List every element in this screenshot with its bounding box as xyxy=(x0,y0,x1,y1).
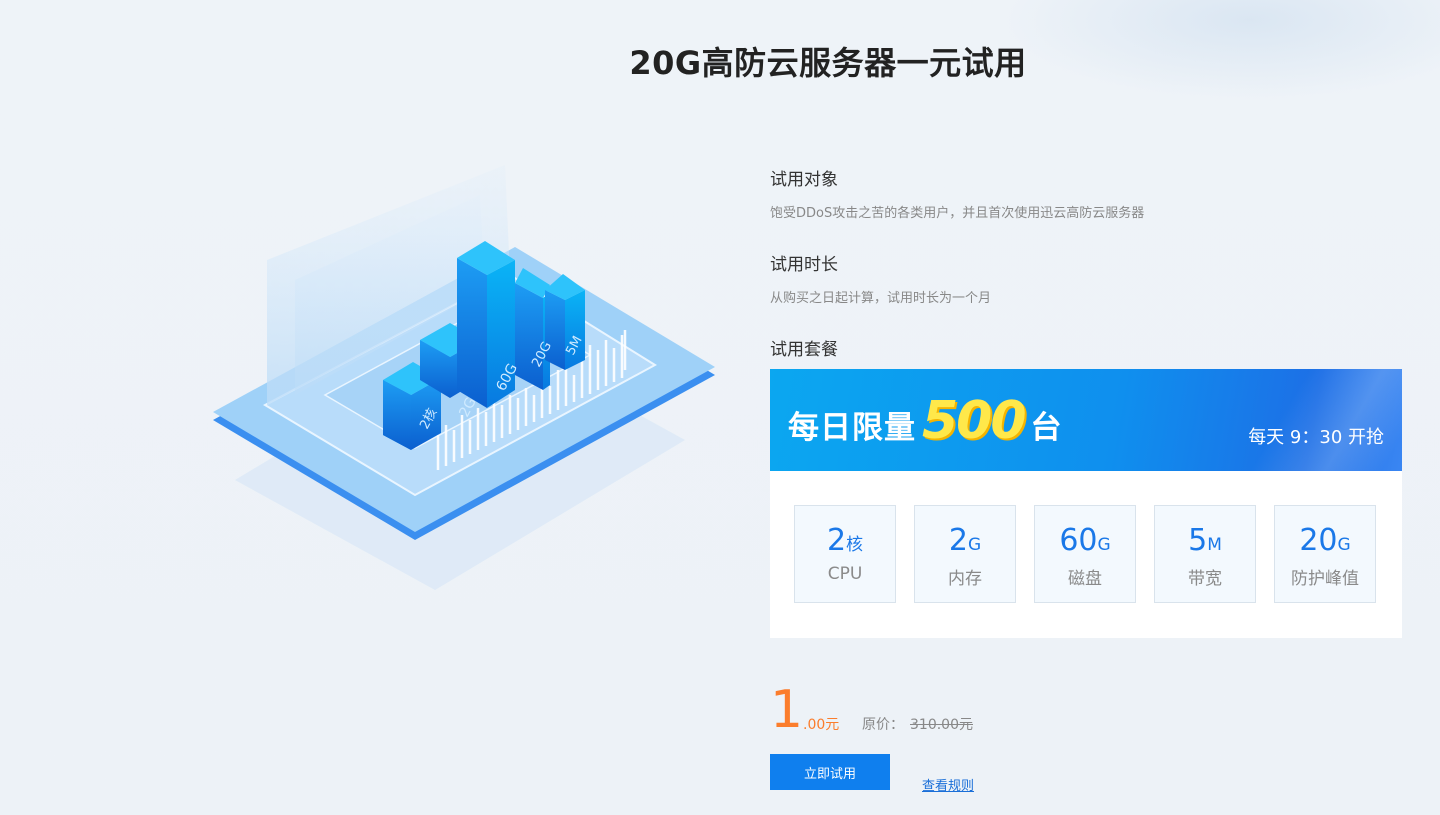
banner-prefix: 每日限量 xyxy=(788,410,916,446)
spec-value: 2G xyxy=(915,524,1015,562)
banner-start-time: 每天 9：30 开抢 xyxy=(1248,427,1384,448)
server-illustration: 2核 2G 60G 20G 5M xyxy=(205,150,725,600)
spec-number: 2 xyxy=(948,523,968,558)
spec-unit: 核 xyxy=(846,535,864,555)
view-rules-link[interactable]: 查看规则 xyxy=(922,775,974,794)
spec-card-cpu: 2核 CPU xyxy=(794,505,896,603)
spec-card-memory: 2G 内存 xyxy=(914,505,1016,603)
spec-card-bandwidth: 5M 带宽 xyxy=(1154,505,1256,603)
section-desc-duration: 从购买之日起计算，试用时长为一个月 xyxy=(770,291,992,306)
page-title: 20G高防云服务器一元试用 xyxy=(629,44,1027,82)
spec-unit: G xyxy=(1337,535,1351,555)
banner-shine xyxy=(1182,369,1402,471)
spec-card-disk: 60G 磁盘 xyxy=(1034,505,1136,603)
spec-unit: G xyxy=(1097,535,1111,555)
price-decimal: .00元 xyxy=(803,717,840,733)
banner-suffix: 台 xyxy=(1030,410,1062,446)
section-title-package: 试用套餐 xyxy=(770,340,838,360)
spec-label: 磁盘 xyxy=(1068,569,1102,589)
spec-number: 60 xyxy=(1059,523,1098,558)
spec-unit: G xyxy=(967,535,982,555)
spec-label: CPU xyxy=(827,564,863,584)
spec-label: 带宽 xyxy=(1188,569,1222,589)
spec-value: 5M xyxy=(1155,524,1255,562)
server-bars-graphic: 2核 2G 60G 20G 5M xyxy=(213,165,715,590)
daily-limit-banner: 每日限量 500 台 每天 9：30 开抢 xyxy=(770,369,1402,471)
section-title-target: 试用对象 xyxy=(770,170,838,190)
spec-number: 20 xyxy=(1299,523,1338,558)
banner-headline: 每日限量 500 台 xyxy=(788,391,1062,451)
spec-number: 2 xyxy=(826,523,847,558)
spec-number: 5 xyxy=(1188,523,1208,558)
spec-value: 20G xyxy=(1275,524,1375,562)
spec-label: 防护峰值 xyxy=(1291,569,1359,589)
spec-value: 2核 xyxy=(795,524,895,562)
spec-panel: 2核 CPU 2G 内存 60G 磁盘 5M 带宽 20G 防护峰值 xyxy=(770,471,1402,638)
price-integer: 1 xyxy=(770,680,804,740)
original-price: 310.00元 xyxy=(910,717,973,733)
spec-label: 内存 xyxy=(948,569,982,589)
original-price-label: 原价： xyxy=(862,717,904,733)
spec-unit: M xyxy=(1207,535,1222,555)
spec-card-protection: 20G 防护峰值 xyxy=(1274,505,1376,603)
try-now-button[interactable]: 立即试用 xyxy=(770,754,890,790)
section-title-duration: 试用时长 xyxy=(770,255,838,275)
section-desc-target: 饱受DDoS攻击之苦的各类用户，并且首次使用迅云高防云服务器 xyxy=(770,206,1145,221)
spec-value: 60G xyxy=(1035,524,1135,562)
banner-number: 500 xyxy=(922,391,1027,451)
